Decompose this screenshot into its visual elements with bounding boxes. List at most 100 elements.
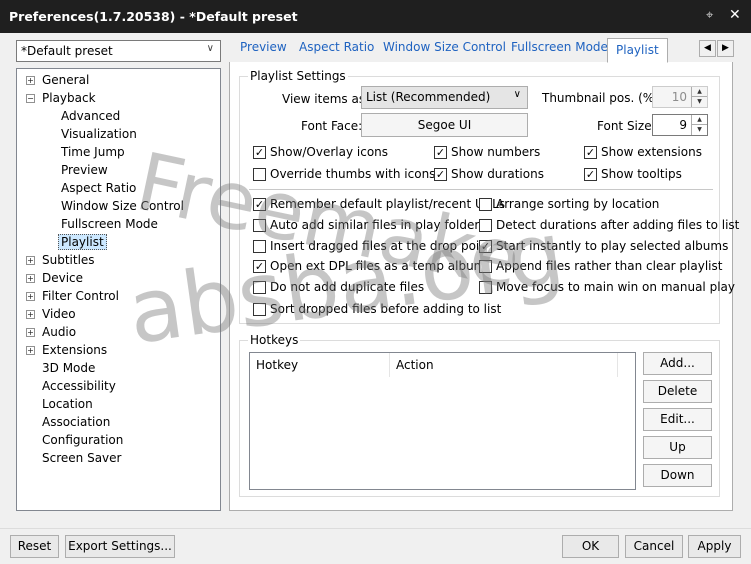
footer-divider xyxy=(0,528,751,529)
stepper-up-icon[interactable]: ▲ xyxy=(691,115,707,125)
tree-item-aspect-ratio[interactable]: Aspect Ratio xyxy=(61,181,136,195)
cancel-button[interactable]: Cancel xyxy=(625,535,683,558)
tree-item-3d-mode[interactable]: 3D Mode xyxy=(42,361,95,375)
checkbox-label: Open ext DPL files as a temp album xyxy=(270,259,486,273)
move-down-button[interactable]: Down xyxy=(643,464,712,487)
checkbox-box[interactable] xyxy=(253,240,266,253)
tree-item-time-jump[interactable]: Time Jump xyxy=(61,145,125,159)
tree-item-label: Association xyxy=(42,415,111,429)
tree-item-general[interactable]: General xyxy=(42,73,89,87)
checkbox-box[interactable] xyxy=(479,260,492,273)
add-hotkey-button[interactable]: Add... xyxy=(643,352,712,375)
expand-icon[interactable]: + xyxy=(26,274,35,283)
view-items-label: View items as: xyxy=(282,92,370,106)
tree-item-location[interactable]: Location xyxy=(42,397,93,411)
checkbox-box[interactable] xyxy=(479,219,492,232)
checkmark-icon[interactable]: ✓ xyxy=(434,146,447,159)
tab-fullscreen-mode[interactable]: Fullscreen Mode xyxy=(511,40,608,62)
checkbox-label: Remember default playlist/recent URLs xyxy=(270,197,506,211)
tab-preview[interactable]: Preview xyxy=(240,40,287,62)
checkbox-box[interactable] xyxy=(479,281,492,294)
tree-item-label: Filter Control xyxy=(42,289,119,303)
close-icon[interactable]: ✕ xyxy=(729,7,741,23)
chevron-down-icon: ∨ xyxy=(513,89,521,100)
tree-item-label: Advanced xyxy=(61,109,121,123)
tree-item-screen-saver[interactable]: Screen Saver xyxy=(42,451,121,465)
collapse-icon[interactable]: − xyxy=(26,94,35,103)
tree-item-video[interactable]: Video xyxy=(42,307,76,321)
edit-hotkey-button[interactable]: Edit... xyxy=(643,408,712,431)
tree-item-label: Accessibility xyxy=(42,379,116,393)
checkmark-icon[interactable]: ✓ xyxy=(253,260,266,273)
tab-scroll-left-icon[interactable]: ◀ xyxy=(699,40,716,57)
tree-item-playback[interactable]: Playback xyxy=(42,91,96,105)
tree-item-filter-control[interactable]: Filter Control xyxy=(42,289,119,303)
tree-item-label: General xyxy=(42,73,90,87)
move-up-button[interactable]: Up xyxy=(643,436,712,459)
tree-item-accessibility[interactable]: Accessibility xyxy=(42,379,116,393)
pin-icon[interactable]: ⌖ xyxy=(706,8,713,23)
apply-button[interactable]: Apply xyxy=(688,535,741,558)
tree-item-label: Configuration xyxy=(42,433,124,447)
checkmark-icon[interactable]: ✓ xyxy=(479,240,492,253)
font-size-value: 9 xyxy=(679,118,687,132)
expand-icon[interactable]: + xyxy=(26,310,35,319)
hotkeys-list[interactable]: Hotkey Action xyxy=(249,352,636,490)
tab-playlist[interactable]: Playlist xyxy=(607,38,668,63)
checkbox-box[interactable] xyxy=(253,281,266,294)
expand-icon[interactable]: + xyxy=(26,346,35,355)
tree-item-window-size-control[interactable]: Window Size Control xyxy=(61,199,184,213)
checkbox-label: Show/Overlay icons xyxy=(270,145,389,159)
checkbox-box[interactable] xyxy=(479,198,492,211)
checkmark-icon[interactable]: ✓ xyxy=(584,168,597,181)
font-size-stepper[interactable]: 9 ▲ ▼ xyxy=(652,114,708,136)
preset-select[interactable]: *Default preset ∨ xyxy=(16,40,221,62)
checkmark-icon[interactable]: ✓ xyxy=(253,146,266,159)
tree-item-fullscreen-mode[interactable]: Fullscreen Mode xyxy=(61,217,158,231)
tree-item-configuration[interactable]: Configuration xyxy=(42,433,123,447)
tree-item-preview[interactable]: Preview xyxy=(61,163,108,177)
tab-window-size-control[interactable]: Window Size Control xyxy=(383,40,506,62)
tree-item-subtitles[interactable]: Subtitles xyxy=(42,253,95,267)
export-settings-button[interactable]: Export Settings... xyxy=(65,535,175,558)
delete-hotkey-button[interactable]: Delete xyxy=(643,380,712,403)
font-face-button[interactable]: Segoe UI xyxy=(361,113,528,137)
tree-item-audio[interactable]: Audio xyxy=(42,325,76,339)
tree-item-association[interactable]: Association xyxy=(42,415,110,429)
font-face-label: Font Face: xyxy=(301,119,363,133)
tree-item-visualization[interactable]: Visualization xyxy=(61,127,137,141)
tree-item-playlist[interactable]: Playlist xyxy=(58,234,107,250)
column-header-action[interactable]: Action xyxy=(390,353,618,377)
checkbox-label: Move focus to main win on manual play xyxy=(496,280,735,294)
checkmark-icon[interactable]: ✓ xyxy=(584,146,597,159)
checkmark-icon[interactable]: ✓ xyxy=(253,198,266,211)
expand-icon[interactable]: + xyxy=(26,76,35,85)
checkbox-label: Override thumbs with icons xyxy=(270,167,436,181)
expand-icon[interactable]: + xyxy=(26,292,35,301)
tree-item-label: Device xyxy=(42,271,84,285)
view-items-value: List (Recommended) xyxy=(366,90,491,104)
expand-icon[interactable]: + xyxy=(26,328,35,337)
tree-item-extensions[interactable]: Extensions xyxy=(42,343,107,357)
checkbox-box[interactable] xyxy=(253,219,266,232)
tree-item-label: Playback xyxy=(42,91,96,105)
expand-icon[interactable]: + xyxy=(26,256,35,265)
tab-scroll-right-icon[interactable]: ▶ xyxy=(717,40,734,57)
ok-button[interactable]: OK xyxy=(562,535,619,558)
tree-item-label: Aspect Ratio xyxy=(61,181,137,195)
tree-item-advanced[interactable]: Advanced xyxy=(61,109,120,123)
view-items-select[interactable]: List (Recommended) ∨ xyxy=(361,86,528,109)
checkmark-icon[interactable]: ✓ xyxy=(434,168,447,181)
settings-tree[interactable]: + General − Playback Advanced Visualization Ti… xyxy=(16,68,221,511)
checkbox-label: Do not add duplicate files xyxy=(270,280,425,294)
column-header-hotkey[interactable]: Hotkey xyxy=(250,353,390,377)
checkbox-box[interactable] xyxy=(253,168,266,181)
checkbox-box[interactable] xyxy=(253,303,266,316)
reset-button[interactable]: Reset xyxy=(10,535,59,558)
tree-item-label: Subtitles xyxy=(42,253,95,267)
tree-item-device[interactable]: Device xyxy=(42,271,83,285)
checkbox-label: Show tooltips xyxy=(601,167,682,181)
stepper-down-icon[interactable]: ▼ xyxy=(691,125,707,135)
tab-aspect-ratio[interactable]: Aspect Ratio xyxy=(299,40,374,62)
thumbnail-pos-label: Thumbnail pos. (%): xyxy=(542,91,663,105)
